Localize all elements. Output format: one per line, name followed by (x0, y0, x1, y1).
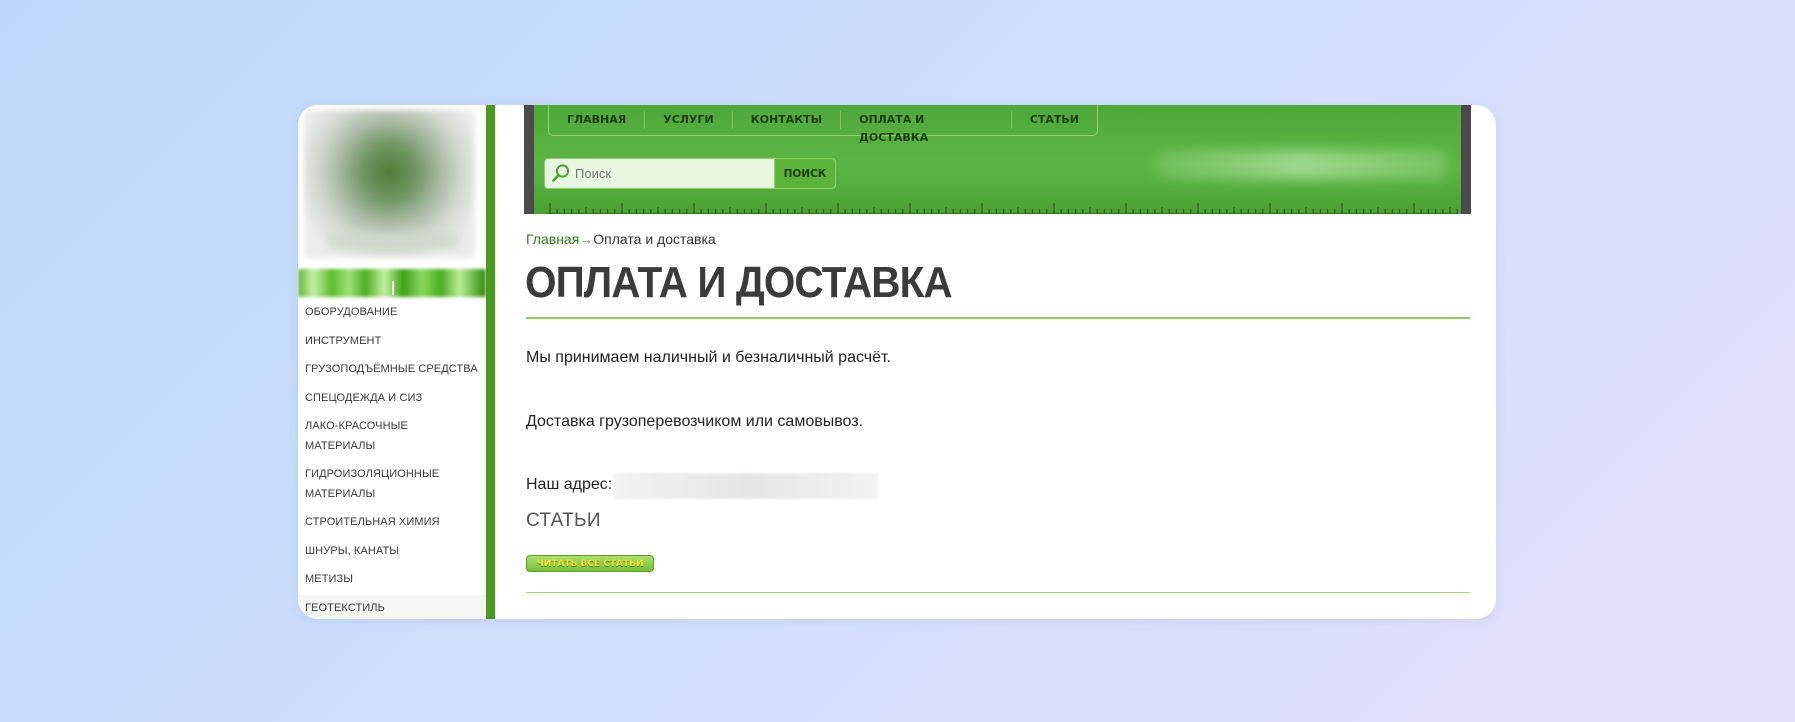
breadcrumb: Главная→Оплата и доставка (526, 231, 716, 247)
band-divider (392, 281, 394, 295)
payment-text: Мы принимаем наличный и безналичный расч… (526, 349, 892, 366)
address-label: Наш адрес: (526, 476, 613, 493)
address-value-blurred (614, 473, 878, 499)
delivery-text: Доставка грузоперевозчиком или самовывоз… (526, 413, 864, 430)
category-item-construction-chemistry[interactable]: СТРОИТЕЛЬНАЯ ХИМИЯ (298, 509, 486, 538)
page-title: ОПЛАТА И ДОСТАВКА (525, 258, 953, 307)
search-button-label: ПОИСК (783, 167, 827, 180)
nav-home[interactable]: ГЛАВНАЯ (549, 111, 646, 129)
search-button[interactable]: ПОИСК (774, 159, 835, 188)
articles-heading: СТАТЬИ (526, 510, 601, 531)
search-icon (552, 164, 570, 182)
category-item-geotextile[interactable]: ГЕОТЕКСТИЛЬ (298, 594, 486, 619)
header-left-edge (524, 105, 534, 214)
breadcrumb-home[interactable]: Главная (526, 231, 579, 247)
sidebar-divider (486, 105, 495, 619)
nav-contacts[interactable]: КОНТАКТЫ (733, 111, 842, 129)
nav-articles[interactable]: СТАТЬИ (1012, 111, 1097, 129)
header-ruler (546, 203, 1458, 214)
read-all-articles-button[interactable]: ЧИТАТЬ ВСЕ СТАТЬИ (526, 555, 654, 572)
breadcrumb-separator: → (579, 231, 594, 247)
logo-caption-blurred (328, 233, 458, 247)
breadcrumb-current: Оплата и доставка (593, 231, 716, 247)
header-right-edge (1461, 105, 1471, 214)
search-box: ПОИСК (544, 158, 836, 189)
category-list: ОБОРУДОВАНИЕ ИНСТРУМЕНТ ГРУЗОПОДЪЁМНЫЕ С… (298, 299, 486, 619)
category-item-workwear[interactable]: СПЕЦОДЕЖДА И СИЗ (298, 385, 486, 414)
nav-services[interactable]: УСЛУГИ (645, 111, 733, 129)
search-input[interactable] (575, 159, 775, 188)
category-item-lifting[interactable]: ГРУЗОПОДЪЁМНЫЕ СРЕДСТВА (298, 356, 486, 385)
title-underline (526, 317, 1470, 319)
sidebar-divider-highlight (495, 105, 496, 619)
sidebar: ОБОРУДОВАНИЕ ИНСТРУМЕНТ ГРУЗОПОДЪЁМНЫЕ С… (298, 105, 486, 619)
category-item-paints[interactable]: ЛАКО-КРАСОЧНЫЕ МАТЕРИАЛЫ (298, 413, 424, 461)
browser-page: ОБОРУДОВАНИЕ ИНСТРУМЕНТ ГРУЗОПОДЪЁМНЫЕ С… (298, 105, 1496, 619)
category-item-tools[interactable]: ИНСТРУМЕНТ (298, 328, 486, 357)
category-item-ropes[interactable]: ШНУРЫ, КАНАТЫ (298, 538, 486, 567)
main-nav: ГЛАВНАЯ УСЛУГИ КОНТАКТЫ ОПЛАТА И ДОСТАВК… (548, 105, 1098, 144)
header-contact-blurred (1156, 150, 1446, 180)
category-item-waterproofing[interactable]: ГИДРОИЗОЛЯЦИОННЫЕ МАТЕРИАЛЫ (298, 461, 452, 509)
category-item-equipment[interactable]: ОБОРУДОВАНИЕ (298, 299, 486, 328)
bottom-divider (526, 592, 1470, 593)
category-item-fasteners[interactable]: МЕТИЗЫ (298, 566, 486, 595)
nav-payment-delivery[interactable]: ОПЛАТА И ДОСТАВКА (841, 111, 1012, 144)
